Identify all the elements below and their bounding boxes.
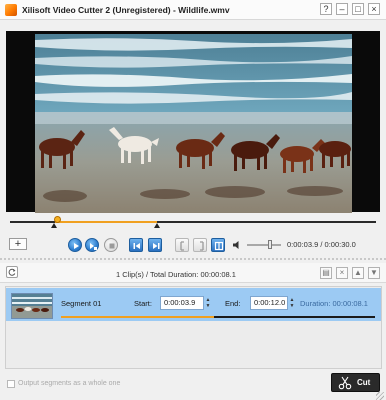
splitter[interactable] — [0, 258, 386, 260]
previous-frame-icon — [133, 243, 140, 249]
help-icon[interactable]: ? — [320, 3, 332, 15]
play-button[interactable] — [68, 238, 82, 252]
segment-thumbnail — [11, 293, 53, 319]
start-time-stepper[interactable]: ▲ ▼ — [204, 297, 212, 309]
export-icon[interactable]: ▤ — [320, 267, 332, 279]
start-time-field[interactable]: 0:00:03.9 — [160, 296, 204, 310]
output-whole-label: Output segments as a whole one — [18, 380, 121, 387]
start-handle[interactable] — [51, 223, 57, 228]
maximize-icon[interactable]: □ — [352, 3, 364, 15]
app-logo-icon — [5, 4, 17, 16]
set-start-button[interactable] — [175, 238, 189, 252]
volume-knob[interactable] — [268, 240, 272, 249]
start-label: Start: — [134, 299, 152, 308]
play-icon — [74, 243, 79, 249]
move-down-icon[interactable]: ▼ — [368, 267, 380, 279]
next-frame-icon — [153, 243, 160, 249]
clip-summary: 1 Clip(s) / Total Duration: 00:00:08.1 — [116, 270, 236, 279]
segment-name: Segment 01 — [61, 299, 102, 308]
volume-icon[interactable] — [232, 240, 242, 250]
previous-frame-button[interactable] — [129, 238, 143, 252]
set-end-icon — [200, 241, 204, 251]
split-button[interactable] — [211, 238, 225, 252]
playhead[interactable] — [54, 216, 61, 223]
video-preview[interactable] — [35, 34, 352, 213]
cut-label: Cut — [357, 378, 371, 387]
time-readout: 0:00:03.9 / 0:00:30.0 — [287, 240, 356, 249]
resize-grip[interactable] — [376, 392, 384, 400]
set-start-icon — [180, 241, 184, 251]
scissors-icon — [338, 376, 352, 390]
end-label: End: — [225, 299, 241, 308]
split-icon — [214, 241, 224, 251]
add-segment-button[interactable]: + — [9, 238, 27, 250]
end-time-field[interactable]: 0:00:12.0 — [250, 296, 288, 310]
refresh-icon[interactable] — [6, 266, 18, 278]
output-whole-checkbox[interactable] — [7, 380, 15, 388]
close-icon[interactable]: × — [368, 3, 380, 15]
volume-slider[interactable] — [247, 244, 281, 246]
next-frame-button[interactable] — [148, 238, 162, 252]
stop-icon — [109, 243, 115, 249]
set-end-button[interactable] — [193, 238, 207, 252]
segment-range — [61, 316, 214, 318]
window-title: Xilisoft Video Cutter 2 (Unregistered) -… — [22, 5, 230, 15]
play-segment-icon — [90, 243, 97, 250]
end-handle[interactable] — [154, 223, 160, 228]
stop-button[interactable] — [104, 238, 118, 252]
play-segment-button[interactable] — [85, 238, 99, 252]
remove-icon[interactable]: × — [336, 267, 348, 279]
end-time-stepper[interactable]: ▲ ▼ — [288, 297, 296, 309]
cut-button[interactable] — [331, 373, 380, 392]
minimize-icon[interactable]: – — [336, 3, 348, 15]
move-up-icon[interactable]: ▲ — [352, 267, 364, 279]
timeline-selection — [55, 221, 157, 223]
segment-duration: Duration: 00:00:08.1 — [300, 299, 368, 308]
